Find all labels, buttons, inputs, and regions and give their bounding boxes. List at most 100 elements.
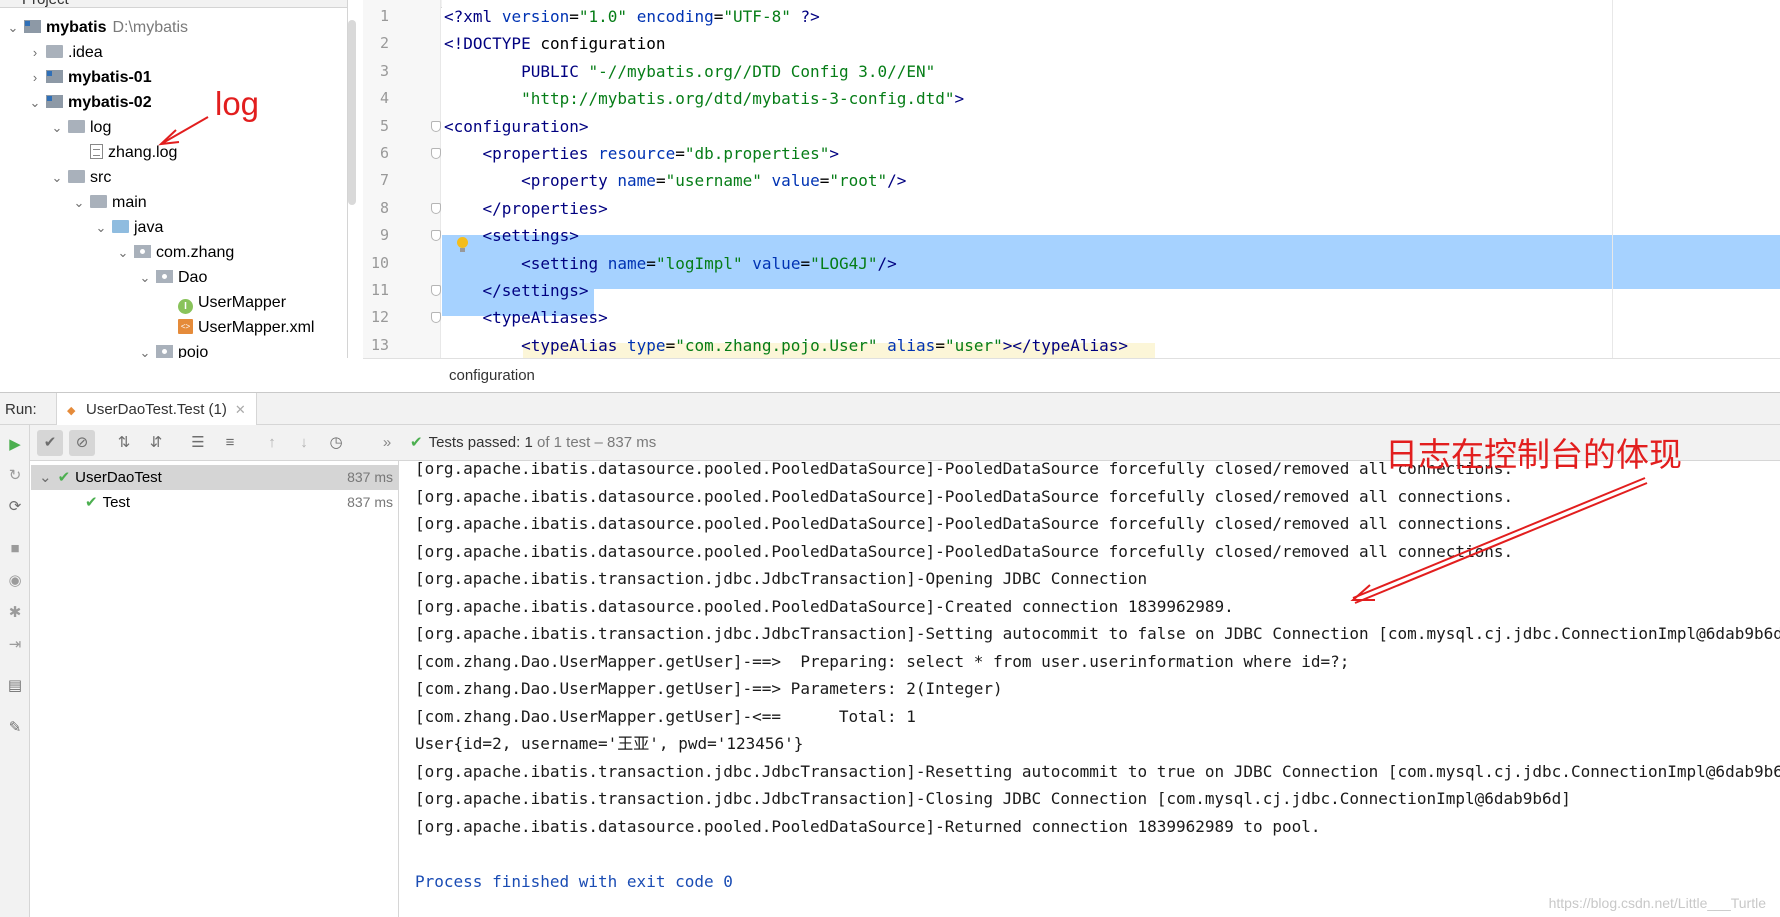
tree-item-label: log: [90, 119, 112, 136]
fold-marker-icon[interactable]: [431, 230, 441, 242]
line-number: 10: [370, 253, 389, 272]
tree-item[interactable]: ⌄ com.zhang: [116, 240, 235, 265]
xml-file-icon: [178, 319, 193, 334]
code-line[interactable]: <configuration>: [444, 113, 589, 140]
tree-item-label: mybatis-02: [68, 94, 152, 111]
next-failed-icon[interactable]: ↓: [291, 430, 317, 456]
project-header[interactable]: Project: [0, 0, 347, 8]
code-line[interactable]: <typeAliases>: [444, 304, 608, 331]
run-tab[interactable]: ◆ UserDaoTest.Test (1) ✕: [56, 393, 257, 426]
code-line[interactable]: <property name="username" value="root"/>: [444, 167, 906, 194]
fold-marker-icon[interactable]: [431, 202, 441, 214]
chevron-down-icon[interactable]: ⌄: [116, 240, 130, 265]
console-output[interactable]: [org.apache.ibatis.datasource.pooled.Poo…: [400, 461, 1780, 917]
sort-by-duration-icon[interactable]: ⇵: [143, 430, 169, 456]
code-line[interactable]: </settings>: [444, 277, 589, 304]
fold-marker-icon[interactable]: [431, 285, 441, 296]
code-line[interactable]: <setting name="logImpl" value="LOG4J"/>: [444, 250, 897, 277]
layout-icon[interactable]: ▤: [2, 673, 28, 699]
annotation-console-label: 日志在控制台的体现: [1385, 436, 1682, 473]
export-icon[interactable]: ⇥: [2, 632, 28, 658]
chevron-down-icon[interactable]: ⌄: [72, 190, 86, 215]
rerun-failed-icon[interactable]: ↻: [2, 463, 28, 489]
package-icon: [134, 245, 151, 258]
tree-item-label: UserMapper: [198, 294, 287, 311]
expand-all-icon[interactable]: ☰: [185, 430, 211, 456]
rerun-icon[interactable]: ▶: [2, 432, 28, 458]
tree-item[interactable]: › .idea: [28, 40, 103, 65]
code-line[interactable]: <!DOCTYPE configuration: [444, 30, 666, 57]
code-line[interactable]: "http://mybatis.org/dtd/mybatis-3-config…: [444, 85, 964, 112]
tree-item-label: mybatis: [46, 19, 107, 36]
tree-item[interactable]: I UserMapper: [160, 290, 286, 315]
line-number: 2: [379, 34, 389, 53]
chevron-right-icon[interactable]: ›: [28, 40, 42, 65]
chevron-down-icon[interactable]: ⌄: [138, 265, 152, 290]
dump-threads-icon[interactable]: ◉: [2, 568, 28, 594]
tree-item[interactable]: ⌄ pojo: [138, 340, 208, 358]
chevron-down-icon[interactable]: ⌄: [6, 15, 20, 40]
close-icon[interactable]: ✕: [235, 402, 246, 417]
line-number: 3: [379, 61, 389, 80]
tree-item[interactable]: ⌄ java: [94, 215, 164, 240]
fold-marker-icon[interactable]: [431, 148, 441, 159]
console-line: Process finished with exit code 0: [415, 871, 733, 891]
tree-item[interactable]: ⌄ Dao: [138, 265, 208, 290]
chevron-down-icon[interactable]: ⌄: [50, 165, 64, 190]
tree-item-label: src: [90, 169, 112, 186]
test-tree-item[interactable]: ⌄ ✔ UserDaoTest 837 ms: [31, 465, 399, 490]
tree-item[interactable]: ⌄ log: [50, 115, 112, 140]
package-icon: [156, 345, 173, 358]
sort-alphabetically-icon[interactable]: ⇅: [111, 430, 137, 456]
lightbulb-icon[interactable]: [455, 237, 469, 253]
code-line[interactable]: <properties resource="db.properties">: [444, 140, 839, 167]
run-tab-label: UserDaoTest.Test (1): [86, 401, 227, 418]
chevron-down-icon[interactable]: ⌄: [94, 215, 108, 240]
code-line[interactable]: <typeAlias type="com.zhang.pojo.User" al…: [444, 332, 1128, 359]
tree-item[interactable]: UserMapper.xml: [160, 315, 314, 340]
package-icon: [156, 270, 173, 283]
show-ignored-icon[interactable]: ⊘: [69, 430, 95, 456]
stop-icon[interactable]: ■: [2, 536, 28, 562]
tree-item[interactable]: ⌄ src: [50, 165, 112, 190]
previous-failed-icon[interactable]: ↑: [259, 430, 285, 456]
chevron-down-icon[interactable]: ⌄: [28, 90, 42, 115]
code-line[interactable]: </properties>: [444, 195, 608, 222]
run-label: Run:: [5, 401, 37, 418]
passed-check-icon: ✔: [57, 469, 71, 486]
chevron-down-icon[interactable]: ⌄: [39, 469, 52, 486]
tree-item[interactable]: ⌄ mybatis D:\mybatis: [6, 15, 189, 40]
tree-item-label: zhang.log: [108, 144, 178, 161]
show-passed-icon[interactable]: ✔: [37, 430, 63, 456]
annotation-log-label: log: [215, 85, 260, 122]
test-tree-item[interactable]: ✔ Test 837 ms: [31, 490, 399, 515]
chevron-right-icon[interactable]: ›: [28, 65, 42, 90]
code-line[interactable]: <?xml version="1.0" encoding="UTF-8" ?>: [444, 3, 820, 30]
editor-breadcrumb[interactable]: configuration: [363, 358, 1780, 392]
fold-marker-icon[interactable]: [431, 120, 441, 132]
settings-icon[interactable]: ✱: [2, 600, 28, 626]
chevron-down-icon[interactable]: ⌄: [50, 115, 64, 140]
module-folder-icon: [24, 20, 41, 33]
passed-check-icon: ✔: [410, 434, 423, 451]
folder-icon: [90, 195, 107, 208]
test-history-icon[interactable]: ◷: [323, 430, 349, 456]
chevron-down-icon[interactable]: ⌄: [138, 340, 152, 358]
line-number: 8: [379, 198, 389, 217]
toolbar-overflow-icon[interactable]: »: [374, 430, 400, 456]
line-number: 6: [379, 144, 389, 162]
toggle-auto-test-icon[interactable]: ⟳: [2, 494, 28, 520]
test-results-tree: ⌄ ✔ UserDaoTest 837 ms ✔ Test 837 ms: [31, 461, 399, 917]
pin-icon[interactable]: ✎: [2, 715, 28, 741]
tree-item[interactable]: zhang.log: [72, 140, 177, 165]
tree-item[interactable]: ⌄ main: [72, 190, 147, 215]
project-scrollbar[interactable]: [348, 20, 356, 205]
code-line[interactable]: PUBLIC "-//mybatis.org//DTD Config 3.0//…: [444, 58, 935, 85]
status-count: 1: [524, 434, 533, 451]
collapse-all-icon[interactable]: ≡: [217, 430, 243, 456]
tree-item-label: UserMapper.xml: [198, 319, 315, 336]
passed-check-icon: ✔: [85, 494, 98, 511]
tree-item[interactable]: › mybatis-01: [28, 65, 152, 90]
line-number: 13: [370, 335, 389, 354]
tree-item[interactable]: ⌄ mybatis-02: [28, 90, 152, 115]
